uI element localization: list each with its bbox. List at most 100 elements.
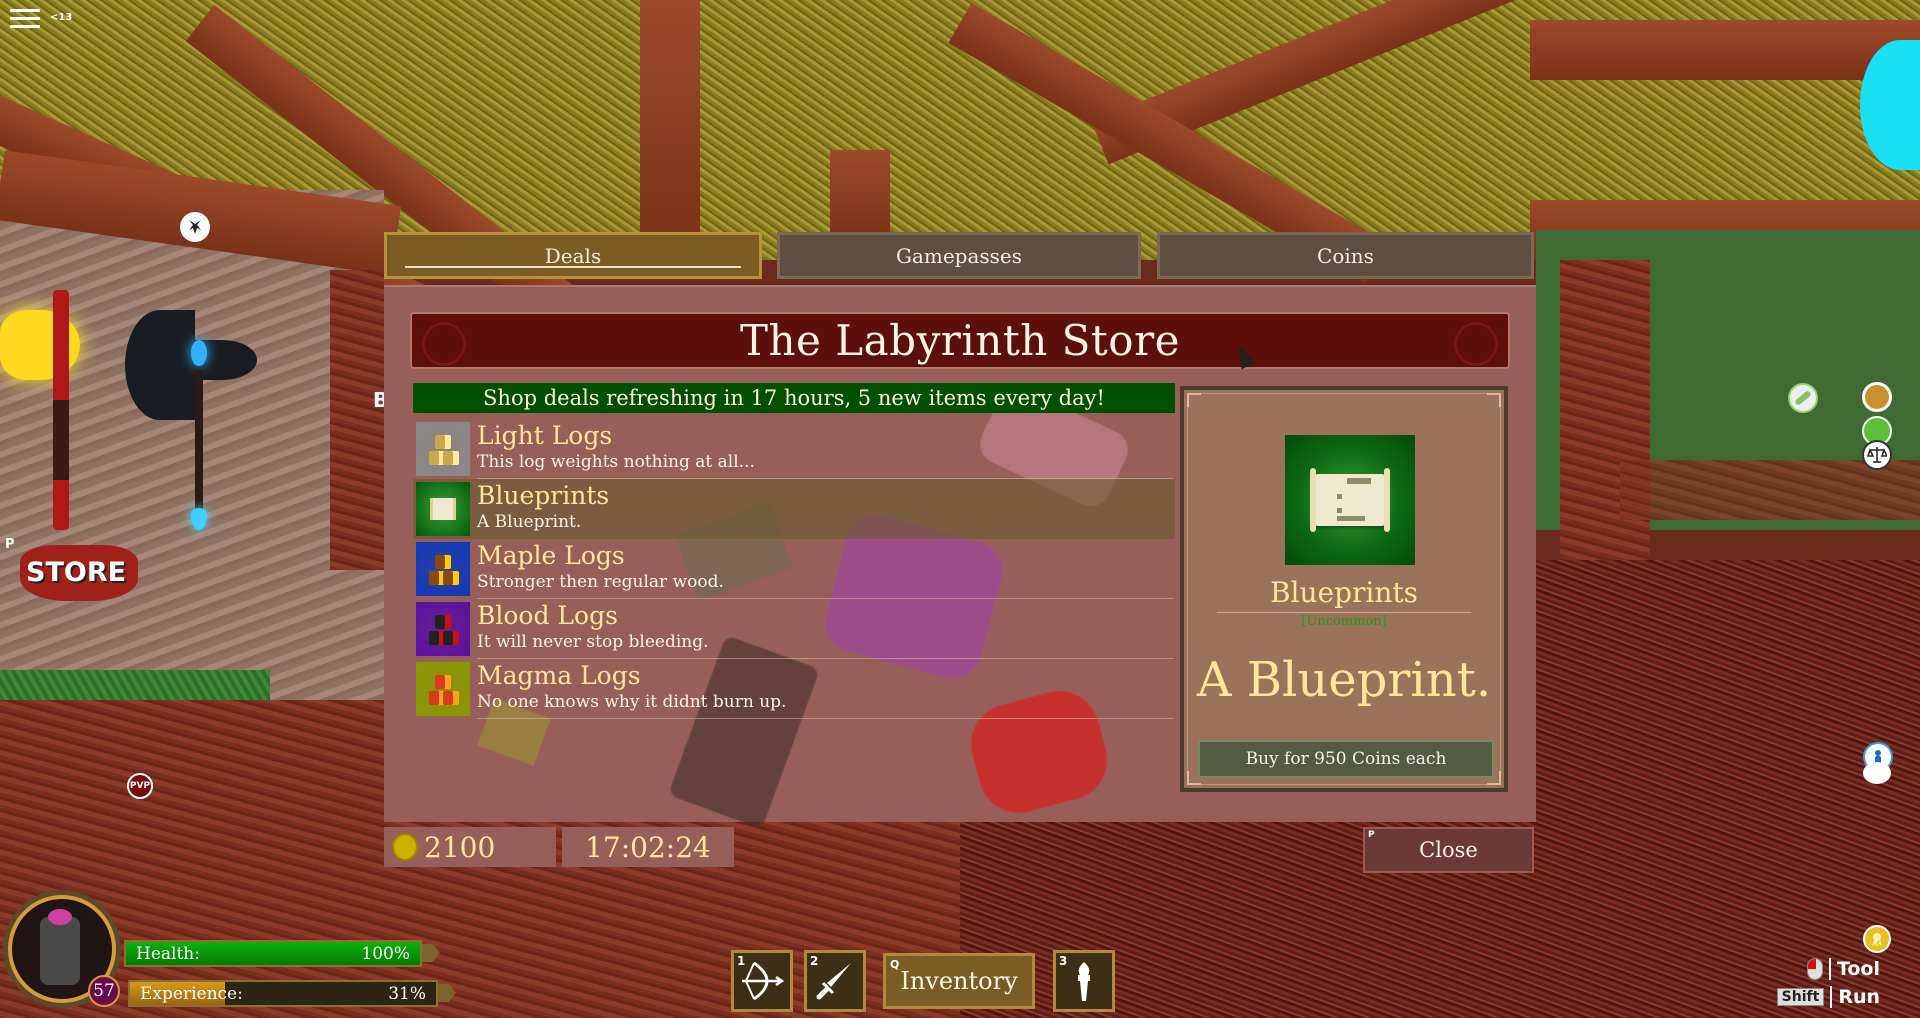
log-piece [443, 571, 459, 585]
meat-quest-icon[interactable] [1863, 762, 1891, 784]
store-title: The Labyrinth Store [739, 316, 1181, 365]
balance-scales-icon[interactable] [1862, 440, 1892, 470]
scroll-mark [1337, 516, 1365, 521]
store-sign-key-hint: P [5, 537, 15, 552]
main-menu-button[interactable] [10, 6, 40, 30]
coin-quest-icon[interactable] [1862, 382, 1892, 412]
shift-key-icon: Shift [1776, 988, 1825, 1006]
log-stack-graphic [425, 611, 461, 647]
log-piece [435, 555, 451, 569]
log-piece [435, 615, 451, 629]
log-piece [443, 691, 459, 705]
scroll-mark [1347, 478, 1371, 484]
detail-description: A Blueprint. [1196, 652, 1492, 708]
scroll-mark [1337, 494, 1342, 499]
timer-value: 17:02:24 [585, 830, 711, 864]
item-description: It will never stop bleeding. [477, 632, 709, 652]
log-piece [443, 631, 459, 645]
shadow-axe-display [125, 300, 265, 530]
tab-label: Coins [1317, 243, 1374, 268]
world-store-button[interactable]: STORE [20, 545, 138, 601]
experience-bar: Experience: 31% [128, 980, 438, 1007]
guild-emblem-icon[interactable] [180, 212, 210, 242]
hotbar-slot-2[interactable]: 2 [804, 950, 866, 1012]
item-name: Maple Logs [477, 541, 625, 570]
store-panel: The Labyrinth Store Shop deals refreshin… [384, 285, 1536, 829]
item-name: Magma Logs [477, 661, 641, 690]
log-stack-graphic [425, 671, 461, 707]
list-item-blood-logs[interactable]: Blood Logs It will never stop bleeding. [413, 599, 1175, 659]
health-label: Health: [136, 944, 200, 964]
fire-axe-display [0, 290, 80, 530]
store-title-banner: The Labyrinth Store [410, 312, 1510, 369]
buy-button-label: Buy for 950 Coins each [1245, 749, 1447, 769]
inventory-key-hint: Q [890, 958, 900, 971]
hotbar-slot-1[interactable]: 1 [731, 950, 793, 1012]
control-hint-tool: Tool [1777, 955, 1880, 983]
deals-item-list: Light Logs This log weights nothing at a… [413, 419, 1175, 719]
hotbar-key: 2 [810, 954, 819, 968]
close-button[interactable]: P Close [1363, 827, 1534, 873]
level-badge: 57 [88, 975, 120, 1007]
magma-logs-icon [416, 662, 470, 716]
tab-coins[interactable]: Coins [1157, 232, 1534, 279]
tab-deals[interactable]: Deals [384, 232, 762, 279]
blueprint-scroll-icon [416, 482, 470, 536]
item-name: Light Logs [477, 421, 613, 450]
list-item-light-logs[interactable]: Light Logs This log weights nothing at a… [413, 419, 1175, 479]
herb-quest-icon[interactable] [1788, 383, 1818, 413]
roof-post [830, 150, 890, 240]
log-piece [443, 451, 459, 465]
mouse-icon [1806, 958, 1823, 980]
tab-gamepasses[interactable]: Gamepasses [777, 232, 1141, 279]
coin-amount: 2100 [424, 830, 496, 864]
inventory-label: Inventory [900, 967, 1018, 995]
hotbar-slot-3[interactable]: 3 [1053, 950, 1115, 1012]
achievement-ribbon-icon[interactable] [1863, 925, 1891, 953]
controls-hint: Tool Shift Run [1776, 955, 1880, 1011]
chat-count-badge[interactable]: <13 [50, 12, 72, 23]
hotbar-key: 3 [1059, 954, 1068, 968]
detail-rarity: [Uncommon] [1301, 614, 1387, 629]
list-item-maple-logs[interactable]: Maple Logs Stronger then regular wood. [413, 539, 1175, 599]
inventory-button[interactable]: Q Inventory [883, 953, 1035, 1009]
row-divider [477, 718, 1173, 719]
detail-item-name: Blueprints [1269, 576, 1419, 609]
hint-separator [1830, 986, 1833, 1008]
hint-separator [1828, 958, 1831, 980]
light-logs-icon [416, 422, 470, 476]
ornament-corner [1187, 393, 1201, 407]
coin-icon [392, 833, 418, 861]
control-label: Tool [1836, 958, 1880, 980]
scroll-mark [1337, 508, 1342, 513]
roof-post [640, 0, 700, 250]
coin-balance: 2100 [384, 827, 556, 867]
experience-label: Experience: [140, 984, 243, 1004]
tab-label: Gamepasses [895, 243, 1023, 268]
health-bar: Health: 100% [124, 940, 422, 967]
maple-logs-icon [416, 542, 470, 596]
level-value: 57 [93, 981, 115, 1001]
list-item-blueprints[interactable]: Blueprints A Blueprint. [413, 479, 1175, 539]
item-name: Blood Logs [477, 601, 618, 630]
log-stack-graphic [425, 551, 461, 587]
avatar-figure [40, 909, 80, 985]
pvp-toggle[interactable]: PVP [127, 773, 153, 799]
item-detail-panel: Blueprints [Uncommon] A Blueprint. Buy f… [1180, 386, 1508, 792]
torch-icon [1078, 962, 1090, 1001]
item-description: Stronger then regular wood. [477, 572, 724, 592]
pvp-label: PVP [129, 781, 151, 791]
item-description: No one knows why it didnt burn up. [477, 692, 787, 712]
active-tab-underline [405, 266, 741, 268]
close-label: Close [1419, 838, 1478, 862]
bow-icon [742, 961, 784, 1001]
list-item-magma-logs[interactable]: Magma Logs No one knows why it didnt bur… [413, 659, 1175, 719]
deals-refresh-banner: Shop deals refreshing in 17 hours, 5 new… [413, 383, 1175, 413]
log-piece [435, 675, 451, 689]
tab-label: Deals [544, 243, 602, 268]
buy-button[interactable]: Buy for 950 Coins each [1198, 740, 1494, 778]
hamburger-line [10, 9, 40, 12]
hamburger-line [10, 25, 40, 28]
hamburger-line [10, 17, 40, 20]
deals-refresh-text: Shop deals refreshing in 17 hours, 5 new… [483, 386, 1105, 410]
